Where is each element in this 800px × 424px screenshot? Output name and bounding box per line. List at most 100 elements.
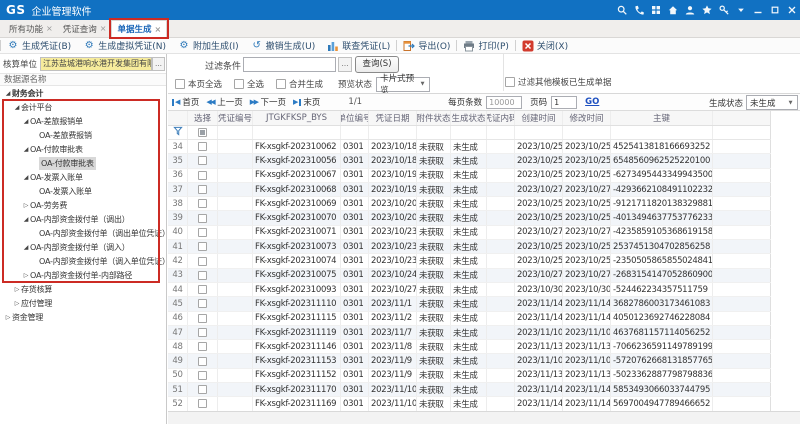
table-row[interactable]: 39FK-xsgkf-20231007003012023/10/20未获取未生成… [168, 211, 771, 225]
key-icon[interactable] [719, 5, 729, 15]
row-checkbox[interactable] [198, 142, 207, 151]
tree-item[interactable]: ◢OA-发票入账单 [0, 170, 166, 184]
collapsed-arrow-icon[interactable]: ▷ [22, 272, 30, 279]
column-header-crt[interactable]: 创建时间 [515, 111, 563, 125]
row-checkbox[interactable] [198, 299, 207, 308]
tab-close-icon[interactable]: × [154, 25, 161, 34]
option-checkbox[interactable] [234, 79, 244, 89]
tab-item[interactable]: 所有功能× [4, 20, 58, 37]
table-row[interactable]: 52FK-xsgkf-20231116903012023/11/10未获取未生成… [168, 397, 771, 411]
toolbar-button-gear[interactable]: ⚙附加生成(I) [172, 39, 245, 52]
collapsed-arrow-icon[interactable]: ▷ [13, 286, 21, 293]
column-header-att[interactable]: 附件状态 [417, 111, 451, 125]
tree-item[interactable]: OA-付款审批表 [0, 156, 166, 170]
row-select-cell[interactable] [188, 197, 218, 210]
tree-item[interactable]: ◢OA-差旅报销单 [0, 114, 166, 128]
table-row[interactable]: 46FK-xsgkf-20231111503012023/11/2未获取未生成2… [168, 312, 771, 326]
table-row[interactable]: 35FK-xsgkf-20231005603012023/10/18未获取未生成… [168, 154, 771, 168]
toolbar-button-closex[interactable]: 关闭(X) [516, 39, 574, 52]
prev-page-button[interactable]: ◀◀ 上一页 [206, 96, 242, 108]
accounting-unit-input[interactable]: 江苏盐城港响水港开发集团有限公司 [40, 57, 152, 71]
column-header-unit[interactable]: 单位编号 [341, 111, 369, 125]
toolbar-button-undo[interactable]: ↺撤销生成(U) [245, 39, 322, 52]
column-header-bys[interactable]: JTGKFKSP_BYS [253, 111, 341, 125]
toolbar-button-gear[interactable]: ⚙生成虚拟凭证(N) [77, 39, 172, 52]
column-header-gen[interactable]: 生成状态 [451, 111, 487, 125]
tree-item[interactable]: ▷存货核算 [0, 282, 166, 296]
table-row[interactable]: 42FK-xsgkf-20231007403012023/10/23未获取未生成… [168, 254, 771, 268]
close-icon[interactable] [787, 5, 797, 15]
column-header-key[interactable]: 主键 [611, 111, 713, 125]
generate-state-select[interactable]: 未生成 ▼ [746, 95, 798, 110]
toolbar-button-print[interactable]: 打印(P) [457, 39, 514, 52]
row-checkbox[interactable] [198, 314, 207, 323]
row-select-cell[interactable] [188, 283, 218, 296]
tree-item[interactable]: ◢OA-付款审批表 [0, 142, 166, 156]
tree-item[interactable]: ▷OA-劳务费 [0, 198, 166, 212]
preview-state-select[interactable]: 卡片式预览▼ [376, 77, 430, 92]
row-checkbox[interactable] [198, 156, 207, 165]
row-select-cell[interactable] [188, 254, 218, 267]
option-checkbox[interactable] [175, 79, 185, 89]
filter-cell-num[interactable] [168, 126, 188, 139]
expanded-arrow-icon[interactable]: ◢ [4, 90, 12, 97]
row-checkbox[interactable] [198, 328, 207, 337]
row-select-cell[interactable] [188, 226, 218, 239]
row-checkbox[interactable] [198, 214, 207, 223]
expanded-arrow-icon[interactable]: ◢ [22, 174, 30, 181]
user-icon[interactable] [685, 5, 695, 15]
row-select-cell[interactable] [188, 140, 218, 153]
row-checkbox[interactable] [198, 228, 207, 237]
column-header-sel[interactable]: 选择 [188, 111, 218, 125]
row-checkbox[interactable] [198, 371, 207, 380]
row-checkbox[interactable] [198, 185, 207, 194]
tree-item[interactable]: ◢会计平台 [0, 100, 166, 114]
collapsed-arrow-icon[interactable]: ▷ [13, 300, 21, 307]
column-header-mod[interactable]: 修改时间 [563, 111, 611, 125]
filter-cell-sel[interactable] [188, 126, 218, 139]
tree-item[interactable]: ◢OA-内部资金拨付单（调出） [0, 212, 166, 226]
tree-item[interactable]: OA-内部资金拨付单（调出单位凭证） [0, 226, 166, 240]
row-checkbox[interactable] [198, 271, 207, 280]
row-select-cell[interactable] [188, 297, 218, 310]
column-header-date[interactable]: 凭证日期 [369, 111, 417, 125]
table-row[interactable]: 40FK-xsgkf-20231007103012023/10/23未获取未生成… [168, 226, 771, 240]
expanded-arrow-icon[interactable]: ◢ [22, 244, 30, 251]
table-row[interactable]: 34FK-xsgkf-20231006203012023/10/18未获取未生成… [168, 140, 771, 154]
table-row[interactable]: 50FK-xsgkf-20231115203012023/11/9未获取未生成2… [168, 369, 771, 383]
table-row[interactable]: 45FK-xsgkf-20231111003012023/11/1未获取未生成2… [168, 297, 771, 311]
tree-item[interactable]: OA-差旅费报销 [0, 128, 166, 142]
tab-active[interactable]: 单据生成× [111, 20, 167, 37]
tree-item[interactable]: ◢OA-内部资金拨付单（调入） [0, 240, 166, 254]
minimize-icon[interactable] [753, 5, 763, 15]
expanded-arrow-icon[interactable]: ◢ [22, 216, 30, 223]
table-row[interactable]: 47FK-xsgkf-20231111903012023/11/7未获取未生成2… [168, 326, 771, 340]
table-row[interactable]: 44FK-xsgkf-20231009303012023/10/27未获取未生成… [168, 283, 771, 297]
tree-item[interactable]: OA-发票入账单 [0, 184, 166, 198]
caret-icon[interactable] [736, 5, 746, 15]
table-row[interactable]: 43FK-xsgkf-20231007503012023/10/24未获取未生成… [168, 269, 771, 283]
go-link[interactable]: GO [585, 97, 599, 107]
row-select-cell[interactable] [188, 369, 218, 382]
filter-generated-checkbox[interactable] [505, 77, 515, 87]
filter-input[interactable] [243, 57, 336, 72]
star-icon[interactable] [702, 5, 712, 15]
row-checkbox[interactable] [198, 399, 207, 408]
row-checkbox[interactable] [198, 257, 207, 266]
phone-icon[interactable] [634, 5, 644, 15]
collapsed-arrow-icon[interactable]: ▷ [4, 314, 12, 321]
row-select-cell[interactable] [188, 326, 218, 339]
table-row[interactable]: 48FK-xsgkf-20231114603012023/11/8未获取未生成2… [168, 340, 771, 354]
accounting-unit-browse-button[interactable]: … [152, 57, 165, 71]
row-select-cell[interactable] [188, 340, 218, 353]
column-header-vno[interactable]: 凭证编号 [218, 111, 253, 125]
filter-funnel-icon[interactable] [173, 126, 183, 139]
per-page-input[interactable]: 10000 [486, 96, 522, 109]
row-select-cell[interactable] [188, 354, 218, 367]
home-icon[interactable] [668, 5, 678, 15]
table-row[interactable]: 41FK-xsgkf-20231007303012023/10/23未获取未生成… [168, 240, 771, 254]
row-checkbox[interactable] [198, 171, 207, 180]
tree-item[interactable]: ▷OA-内部资金拨付单-内部路径 [0, 268, 166, 282]
row-select-cell[interactable] [188, 383, 218, 396]
row-checkbox[interactable] [198, 285, 207, 294]
